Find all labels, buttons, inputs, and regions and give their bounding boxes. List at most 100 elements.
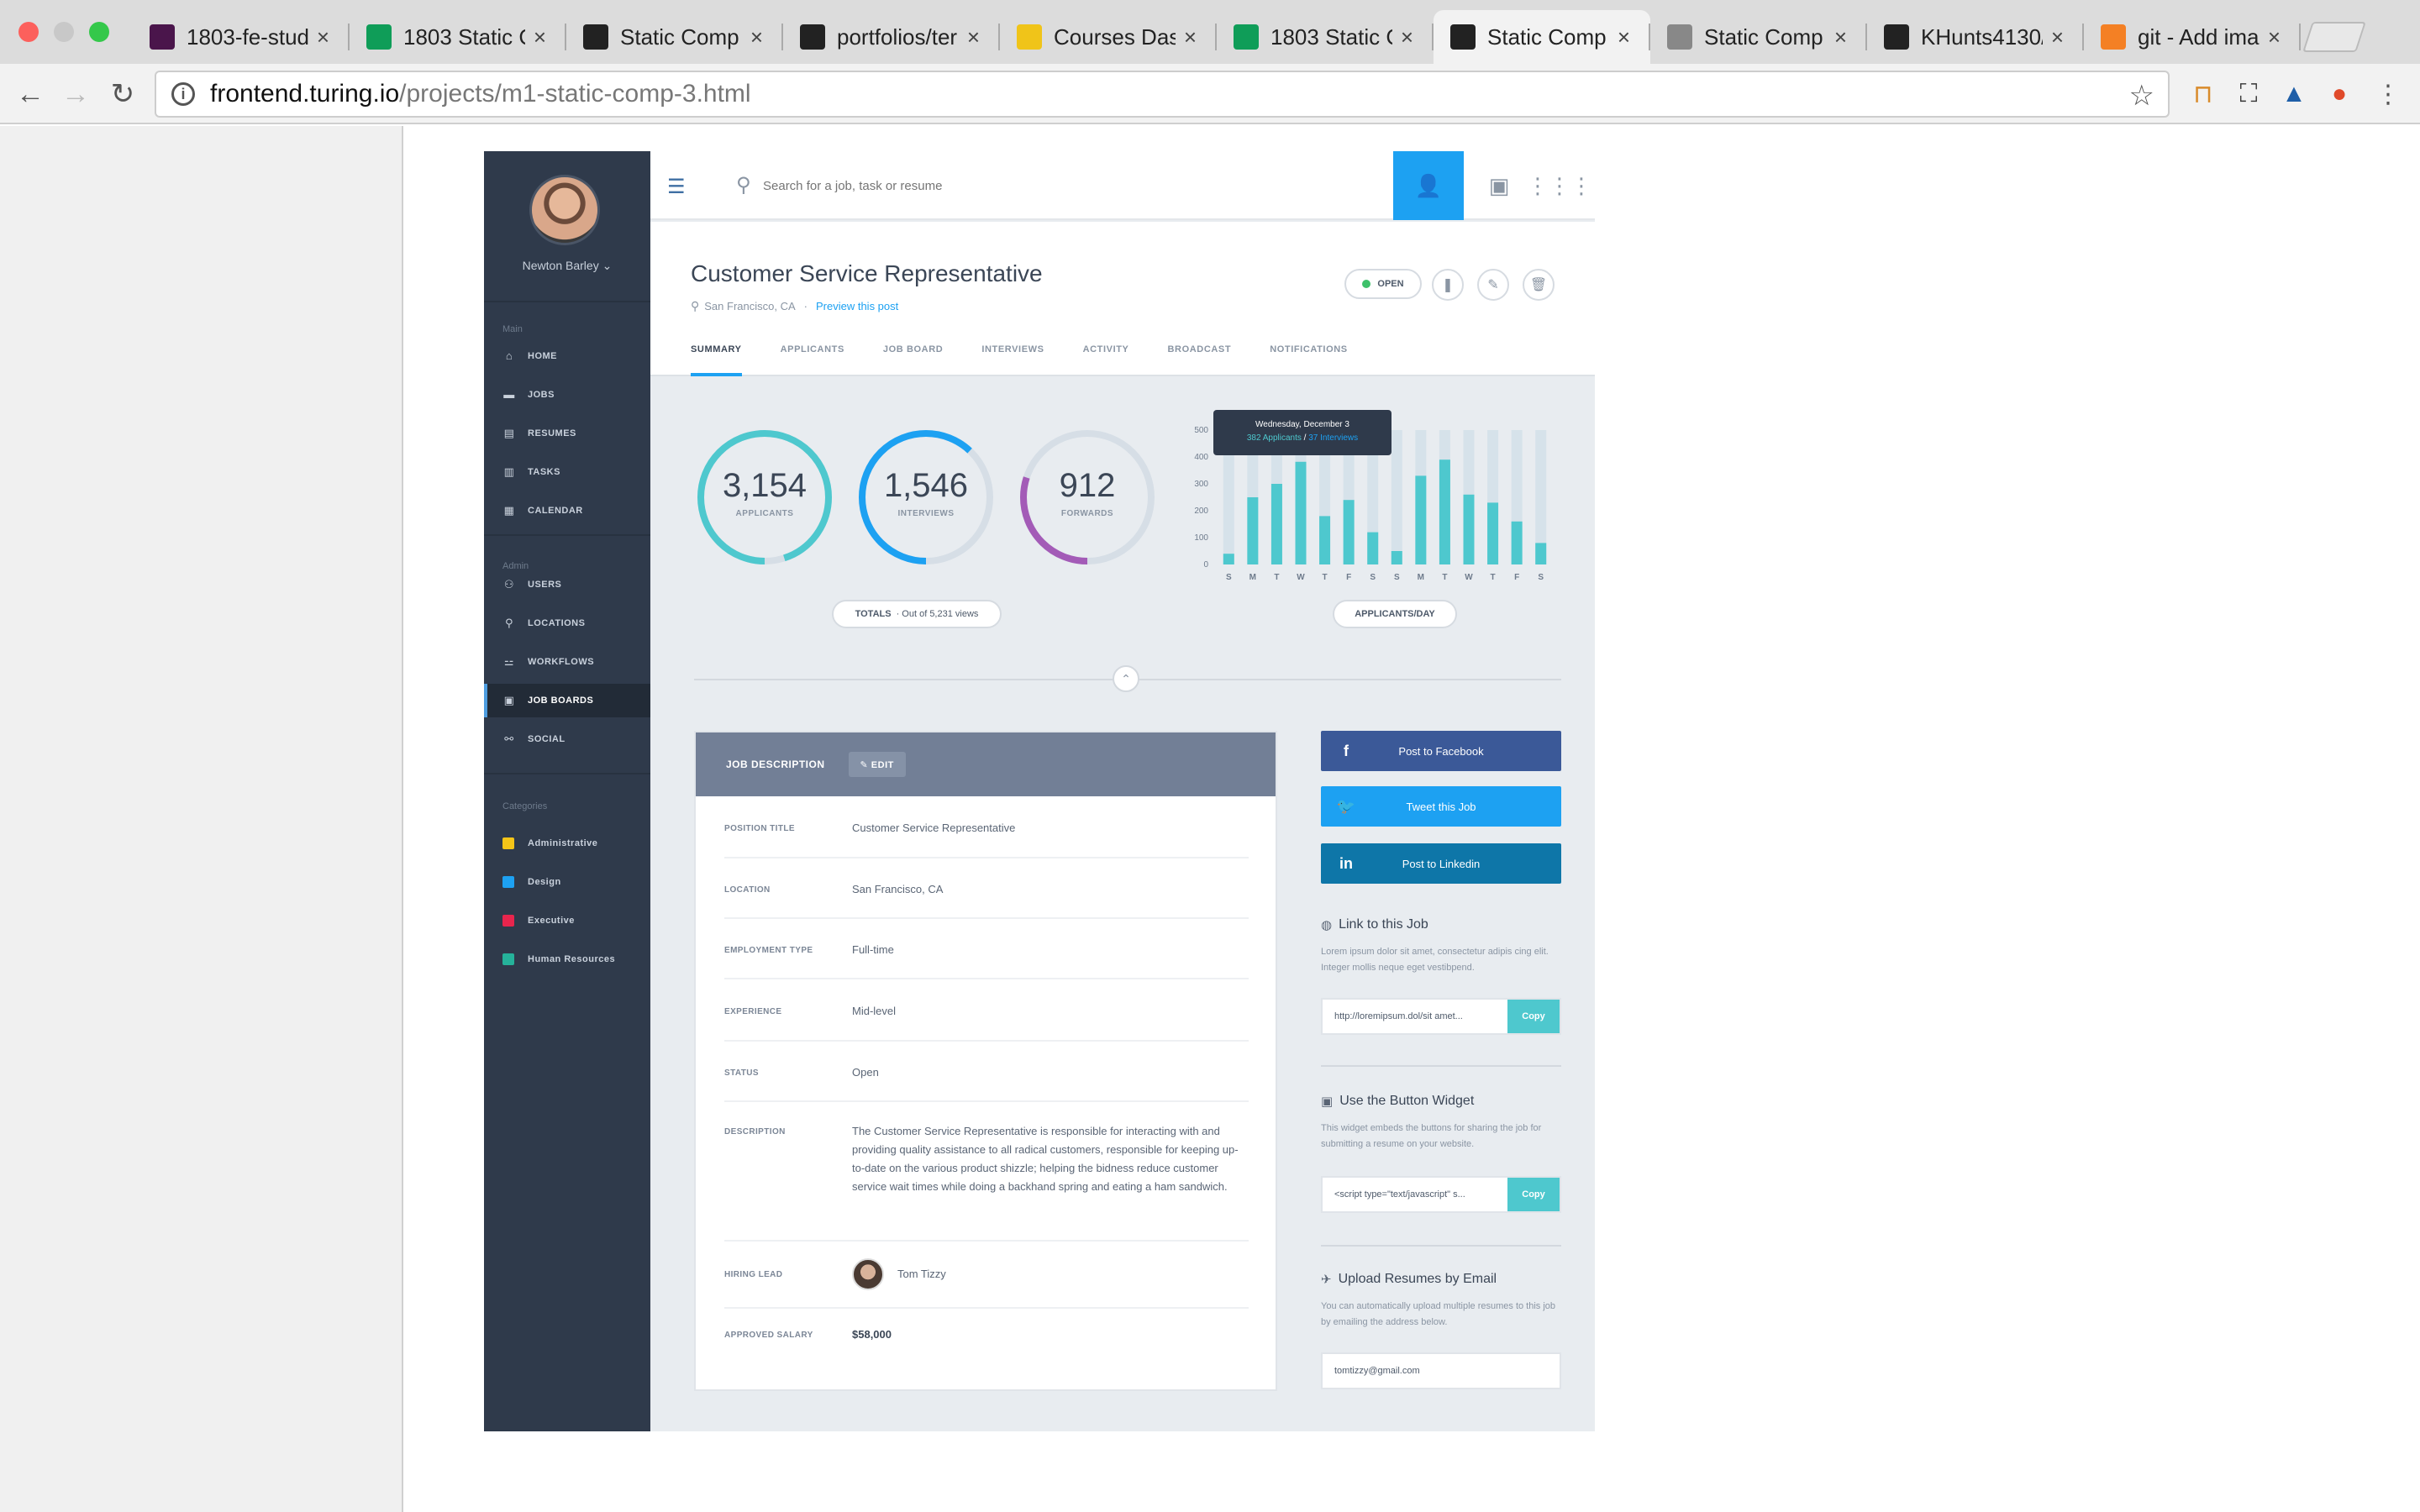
sidebar-item-social[interactable]: ⚯ SOCIAL: [484, 722, 650, 756]
tab-summary[interactable]: SUMMARY: [691, 333, 742, 376]
maximize-window-button[interactable]: [89, 22, 109, 42]
job-link-input[interactable]: [1323, 1000, 1507, 1033]
close-tab-icon[interactable]: ×: [534, 24, 546, 50]
tab-job-board[interactable]: JOB BOARD: [883, 333, 943, 376]
browser-menu-icon[interactable]: ⋮: [2371, 77, 2405, 111]
share-button-linkedin[interactable]: in Post to Linkedin: [1321, 843, 1561, 884]
bar[interactable]: [1415, 475, 1427, 564]
share-button-facebook[interactable]: f Post to Facebook: [1321, 731, 1561, 771]
x-tick-label: M: [1418, 573, 1424, 582]
edit-description-button[interactable]: ✎ EDIT: [848, 752, 906, 777]
user-menu[interactable]: Newton Barley ⌄: [484, 259, 650, 273]
status-badge[interactable]: OPEN: [1344, 269, 1422, 299]
browser-tab[interactable]: 1803-fe-stud ×: [133, 10, 350, 64]
back-arrow-icon[interactable]: ←: [12, 76, 49, 113]
bar[interactable]: [1487, 502, 1499, 564]
globe-icon: ◍: [1321, 918, 1333, 932]
avatar[interactable]: [529, 175, 600, 245]
close-tab-icon[interactable]: ×: [1618, 24, 1630, 50]
applicants-per-day-pill[interactable]: APPLICANTS/DAY: [1333, 600, 1457, 628]
avatar[interactable]: [852, 1258, 884, 1290]
extension-axe-icon[interactable]: ▲: [2277, 77, 2311, 111]
extension-ruler-icon[interactable]: ⊓: [2186, 77, 2220, 111]
tab-applicants[interactable]: APPLICANTS: [781, 333, 844, 376]
extension-tomato-icon[interactable]: ●: [2323, 77, 2356, 111]
sidebar-item-job-boards[interactable]: ▣ JOB BOARDS: [484, 684, 650, 717]
widget-code-input[interactable]: [1323, 1178, 1507, 1211]
address-bar[interactable]: i frontend.turing.io/projects/m1-static-…: [155, 71, 2170, 118]
bar[interactable]: [1511, 521, 1523, 564]
bar[interactable]: [1439, 459, 1450, 564]
bar[interactable]: [1223, 554, 1234, 564]
search-input[interactable]: [763, 173, 1200, 198]
browser-tab[interactable]: Static Comp ×: [1434, 10, 1650, 64]
close-tab-icon[interactable]: ×: [317, 24, 329, 50]
info-icon[interactable]: i: [171, 82, 195, 106]
close-tab-icon[interactable]: ×: [1834, 24, 1847, 50]
right-divider: [1321, 1245, 1561, 1247]
sidebar-item-workflows[interactable]: ⚍ WORKFLOWS: [484, 645, 650, 679]
copy-widget-button[interactable]: Copy: [1507, 1178, 1560, 1211]
bar[interactable]: [1319, 516, 1331, 564]
sidebar-item-users[interactable]: ⚇ USERS: [484, 568, 650, 601]
bar[interactable]: [1535, 543, 1547, 564]
preview-post-link[interactable]: Preview this post: [816, 300, 898, 312]
close-tab-icon[interactable]: ×: [750, 24, 763, 50]
menu-collapse-icon[interactable]: ☰: [667, 175, 686, 199]
close-window-button[interactable]: [18, 22, 39, 42]
close-tab-icon[interactable]: ×: [2268, 24, 2281, 50]
browser-tab[interactable]: Courses Dast ×: [1000, 10, 1217, 64]
sidebar-item-home[interactable]: ⌂ HOME: [484, 339, 650, 373]
bar[interactable]: [1270, 484, 1282, 564]
add-user-button[interactable]: 👤: [1393, 151, 1464, 220]
collapse-button[interactable]: ⌃: [1113, 665, 1139, 692]
sidebar-item-calendar[interactable]: ▦ CALENDAR: [484, 494, 650, 528]
browser-tab[interactable]: Static Comp ×: [1650, 10, 1867, 64]
sidebar-item-locations[interactable]: ⚲ LOCATIONS: [484, 606, 650, 640]
edit-button[interactable]: ✎: [1477, 269, 1509, 301]
widget-section-title: ▣ Use the Button Widget: [1321, 1094, 1474, 1109]
upload-email-field[interactable]: [1321, 1352, 1561, 1389]
bar[interactable]: [1295, 461, 1307, 564]
bar[interactable]: [1463, 494, 1475, 564]
close-tab-icon[interactable]: ×: [1184, 24, 1197, 50]
browser-tab[interactable]: 1803 Static C ×: [350, 10, 566, 64]
share-button-twitter[interactable]: 🐦 Tweet this Job: [1321, 786, 1561, 827]
bar[interactable]: [1367, 532, 1379, 564]
tab-activity[interactable]: ACTIVITY: [1083, 333, 1129, 376]
tab-interviews[interactable]: INTERVIEWS: [981, 333, 1044, 376]
close-tab-icon[interactable]: ×: [967, 24, 980, 50]
browser-tab[interactable]: 1803 Static C ×: [1217, 10, 1434, 64]
totals-pill[interactable]: TOTALS · Out of 5,231 views: [832, 600, 1002, 628]
category-item[interactable]: Executive: [484, 904, 650, 937]
extension-screenshot-icon[interactable]: ⛶: [2232, 77, 2265, 111]
close-tab-icon[interactable]: ×: [2051, 24, 2064, 50]
delete-button[interactable]: 🗑: [1523, 269, 1555, 301]
sidebar-item-jobs[interactable]: ▬ JOBS: [484, 378, 650, 412]
browser-tab[interactable]: portfolios/ter ×: [783, 10, 1000, 64]
bar[interactable]: [1391, 551, 1402, 564]
bar[interactable]: [1343, 500, 1355, 564]
category-item[interactable]: Design: [484, 865, 650, 899]
forward-arrow-icon[interactable]: →: [57, 76, 94, 113]
sidebar-item-tasks[interactable]: ▥ TASKS: [484, 455, 650, 489]
copy-link-button[interactable]: Copy: [1507, 1000, 1560, 1033]
bar[interactable]: [1247, 497, 1259, 564]
bookmark-star-icon[interactable]: ☆: [2129, 79, 2154, 113]
category-item[interactable]: Human Resources: [484, 942, 650, 976]
browser-tab[interactable]: Static Comp ×: [566, 10, 783, 64]
sidebar-item-label: JOB BOARDS: [528, 696, 594, 706]
doc-icon: [1667, 24, 1692, 50]
browser-tab[interactable]: git - Add imag ×: [2084, 10, 2301, 64]
minimize-window-button[interactable]: [54, 22, 74, 42]
close-tab-icon[interactable]: ×: [1401, 24, 1413, 50]
category-item[interactable]: Administrative: [484, 827, 650, 860]
tab-broadcast[interactable]: BROADCAST: [1168, 333, 1232, 376]
apps-grid-button[interactable]: ⋮⋮⋮: [1524, 151, 1595, 220]
sidebar-item-resumes[interactable]: ▤ RESUMES: [484, 417, 650, 450]
bookmark-button[interactable]: ❚: [1432, 269, 1464, 301]
reload-icon[interactable]: ↻: [104, 76, 141, 113]
tab-notifications[interactable]: NOTIFICATIONS: [1270, 333, 1348, 376]
browser-tab[interactable]: KHunts4130/ ×: [1867, 10, 2084, 64]
new-tab-button[interactable]: [2302, 22, 2366, 52]
